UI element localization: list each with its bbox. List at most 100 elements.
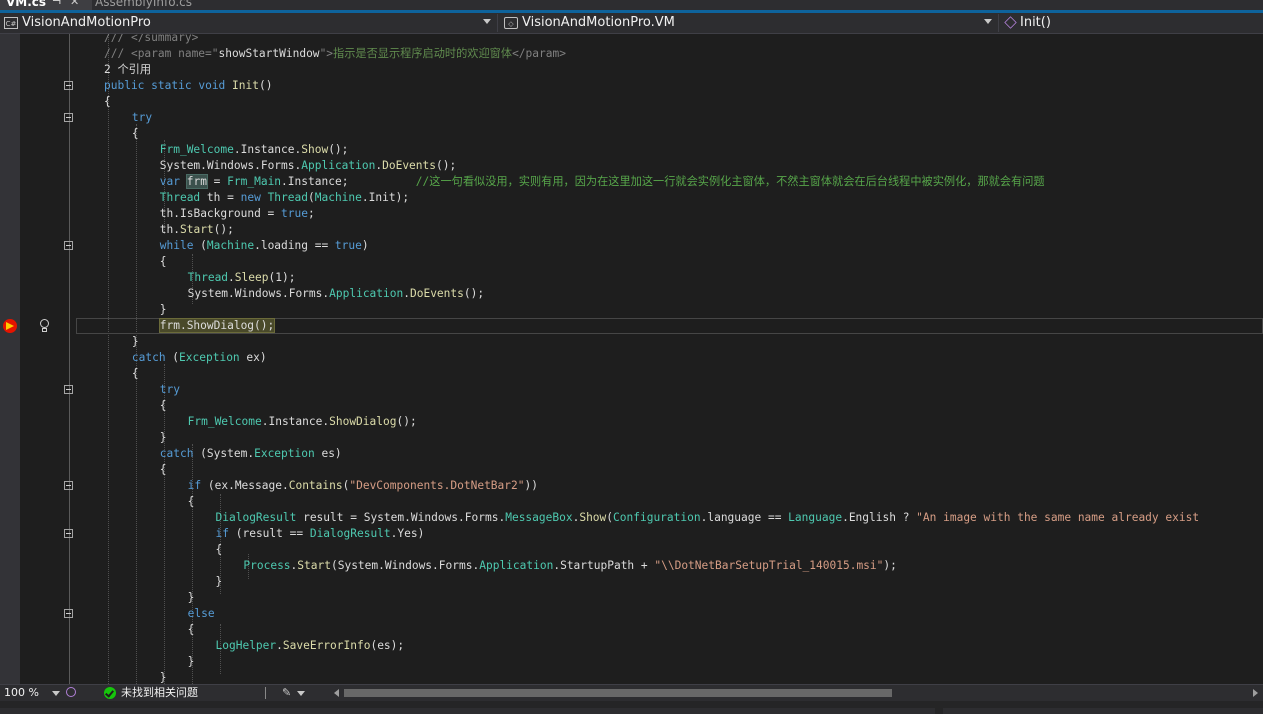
code-text[interactable]: { bbox=[132, 366, 139, 382]
code-text[interactable]: { bbox=[160, 462, 167, 478]
code-text[interactable]: System.Windows.Forms.Application.DoEvent… bbox=[160, 158, 456, 174]
code-text[interactable]: Thread th = new Thread(Machine.Init); bbox=[160, 190, 409, 206]
code-line[interactable]: } bbox=[0, 654, 1263, 670]
code-text[interactable]: if (result == DialogResult.Yes) bbox=[216, 526, 425, 542]
code-line[interactable]: public static void Init() bbox=[0, 78, 1263, 94]
code-text[interactable]: } bbox=[216, 574, 223, 590]
code-line[interactable]: { bbox=[0, 462, 1263, 478]
collapse-region-icon[interactable] bbox=[64, 113, 73, 122]
close-tab-icon[interactable]: ✕ bbox=[70, 0, 79, 10]
code-line[interactable]: { bbox=[0, 126, 1263, 142]
code-text[interactable]: Thread.Sleep(1); bbox=[188, 270, 296, 286]
pin-icon[interactable]: ⊣ bbox=[52, 0, 61, 10]
copilot-icon[interactable] bbox=[66, 687, 76, 697]
collapse-region-icon[interactable] bbox=[64, 81, 73, 90]
code-line[interactable]: System.Windows.Forms.Application.DoEvent… bbox=[0, 286, 1263, 302]
code-text[interactable]: Frm_Welcome.Instance.ShowDialog(); bbox=[188, 414, 417, 430]
code-text[interactable]: { bbox=[188, 494, 195, 510]
scroll-right-icon[interactable] bbox=[1253, 689, 1258, 697]
code-text[interactable]: /// </summary> bbox=[104, 34, 198, 46]
code-text[interactable]: { bbox=[216, 542, 223, 558]
scroll-left-icon[interactable] bbox=[334, 689, 339, 697]
code-line[interactable]: Frm_Welcome.Instance.ShowDialog(); bbox=[0, 414, 1263, 430]
code-text[interactable]: LogHelper.SaveErrorInfo(es); bbox=[216, 638, 405, 654]
code-line[interactable]: var frm = Frm_Main.Instance; //这一句看似没用，实… bbox=[0, 174, 1263, 190]
code-line[interactable]: if (ex.Message.Contains("DevComponents.D… bbox=[0, 478, 1263, 494]
code-text[interactable]: try bbox=[132, 110, 152, 126]
code-text[interactable]: catch (Exception ex) bbox=[132, 350, 267, 366]
code-line[interactable]: catch (Exception ex) bbox=[0, 350, 1263, 366]
code-text[interactable]: } bbox=[132, 334, 139, 350]
code-line[interactable]: } bbox=[0, 430, 1263, 446]
zoom-level[interactable]: 100 % bbox=[4, 685, 39, 701]
code-text[interactable]: public static void Init() bbox=[104, 78, 272, 94]
code-text[interactable]: try bbox=[160, 382, 180, 398]
code-line[interactable]: System.Windows.Forms.Application.DoEvent… bbox=[0, 158, 1263, 174]
code-line[interactable]: frm.ShowDialog(); bbox=[0, 318, 1263, 334]
code-line[interactable]: Thread.Sleep(1); bbox=[0, 270, 1263, 286]
project-dropdown[interactable]: C# VisionAndMotionPro bbox=[0, 14, 498, 32]
code-text[interactable]: { bbox=[132, 126, 139, 142]
code-line[interactable]: if (result == DialogResult.Yes) bbox=[0, 526, 1263, 542]
code-line[interactable]: /// </summary> bbox=[0, 34, 1263, 46]
code-text[interactable]: { bbox=[188, 622, 195, 638]
code-line[interactable]: { bbox=[0, 542, 1263, 558]
code-text[interactable]: System.Windows.Forms.Application.DoEvent… bbox=[188, 286, 484, 302]
code-line[interactable]: { bbox=[0, 494, 1263, 510]
code-line[interactable]: { bbox=[0, 94, 1263, 110]
code-editor[interactable]: /// </summary>/// <param name="showStart… bbox=[0, 34, 1263, 684]
code-text[interactable]: if (ex.Message.Contains("DevComponents.D… bbox=[188, 478, 538, 494]
issues-status[interactable]: 未找到相关问题 bbox=[121, 685, 198, 701]
chevron-down-icon[interactable] bbox=[297, 691, 305, 696]
code-line[interactable]: } bbox=[0, 590, 1263, 606]
code-text[interactable]: while (Machine.loading == true) bbox=[160, 238, 369, 254]
breakpoint-current-statement-icon[interactable] bbox=[3, 319, 17, 333]
code-text[interactable]: { bbox=[160, 254, 167, 270]
collapse-region-icon[interactable] bbox=[64, 481, 73, 490]
code-text[interactable]: { bbox=[104, 94, 111, 110]
code-text[interactable]: th.IsBackground = true; bbox=[160, 206, 315, 222]
code-line[interactable]: th.IsBackground = true; bbox=[0, 206, 1263, 222]
code-line[interactable]: { bbox=[0, 398, 1263, 414]
code-text[interactable]: frm.ShowDialog(); bbox=[158, 318, 276, 334]
code-line[interactable]: try bbox=[0, 110, 1263, 126]
type-dropdown[interactable]: ◇ VisionAndMotionPro.VM bbox=[500, 14, 999, 32]
code-text[interactable]: DialogResult result = System.Windows.For… bbox=[216, 510, 1200, 526]
lightbulb-icon[interactable] bbox=[39, 318, 49, 333]
code-line[interactable]: DialogResult result = System.Windows.For… bbox=[0, 510, 1263, 526]
code-line[interactable]: LogHelper.SaveErrorInfo(es); bbox=[0, 638, 1263, 654]
code-line[interactable]: } bbox=[0, 334, 1263, 350]
code-text[interactable]: { bbox=[160, 398, 167, 414]
code-text[interactable]: else bbox=[188, 606, 215, 622]
collapse-region-icon[interactable] bbox=[64, 241, 73, 250]
code-line[interactable]: } bbox=[0, 302, 1263, 318]
code-text[interactable]: } bbox=[188, 654, 195, 670]
tab-vm-cs[interactable]: VM.cs ⊣ ✕ bbox=[0, 0, 92, 10]
code-text[interactable]: th.Start(); bbox=[160, 222, 234, 238]
code-line[interactable]: while (Machine.loading == true) bbox=[0, 238, 1263, 254]
code-text[interactable]: var frm = Frm_Main.Instance; //这一句看似没用，实… bbox=[160, 174, 1045, 190]
tab-assemblyinfo-cs[interactable]: AssemblyInfo.cs bbox=[95, 0, 235, 10]
code-text[interactable]: } bbox=[160, 302, 167, 318]
code-text[interactable]: } bbox=[160, 670, 167, 684]
code-line[interactable]: catch (System.Exception es) bbox=[0, 446, 1263, 462]
code-line[interactable]: else bbox=[0, 606, 1263, 622]
code-text[interactable]: /// <param name="showStartWindow">指示是否显示… bbox=[104, 46, 566, 62]
code-line[interactable]: Thread th = new Thread(Machine.Init); bbox=[0, 190, 1263, 206]
collapse-region-icon[interactable] bbox=[64, 609, 73, 618]
member-dropdown[interactable]: Init() bbox=[1001, 14, 1263, 32]
collapse-region-icon[interactable] bbox=[64, 529, 73, 538]
code-line[interactable]: /// <param name="showStartWindow">指示是否显示… bbox=[0, 46, 1263, 62]
chevron-down-icon[interactable] bbox=[52, 691, 60, 696]
code-text[interactable]: } bbox=[160, 430, 167, 446]
code-line[interactable]: } bbox=[0, 670, 1263, 684]
scrollbar-thumb[interactable] bbox=[344, 689, 892, 697]
code-text[interactable]: 2 个引用 bbox=[104, 62, 151, 78]
code-line[interactable]: th.Start(); bbox=[0, 222, 1263, 238]
code-line[interactable]: } bbox=[0, 574, 1263, 590]
code-text[interactable]: Process.Start(System.Windows.Forms.Appli… bbox=[243, 558, 896, 574]
code-line[interactable]: { bbox=[0, 622, 1263, 638]
code-line[interactable]: try bbox=[0, 382, 1263, 398]
collapse-region-icon[interactable] bbox=[64, 385, 73, 394]
code-line[interactable]: Process.Start(System.Windows.Forms.Appli… bbox=[0, 558, 1263, 574]
